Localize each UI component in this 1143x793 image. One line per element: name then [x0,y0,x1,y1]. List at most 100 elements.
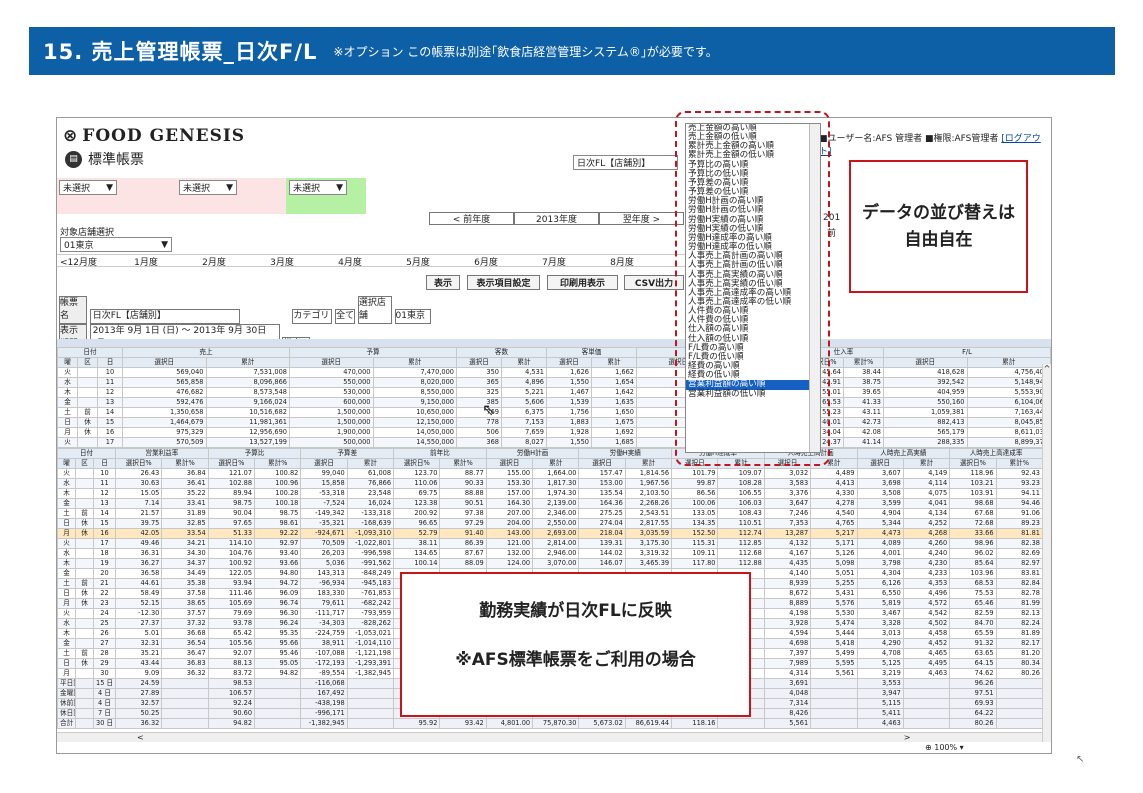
column-settings-button[interactable]: 表示項目設定 [467,275,540,290]
scroll-right-icon[interactable]: > [904,733,911,742]
table-cell: 2,817.55 [624,518,673,529]
table-cell [75,678,94,689]
month-tab[interactable]: 1月度 [112,255,180,268]
table-cell: 152.50 [671,528,719,539]
table-cell: -116,068 [300,678,348,689]
table-cell [75,488,94,499]
table-cell: 38.75 [843,377,884,388]
table-cell: 99.87 [671,478,719,489]
table-cell: 15,858 [300,478,348,489]
prev-year-button[interactable]: < 前年度 [429,212,514,225]
table-cell: 26 [93,628,116,639]
print-view-button[interactable]: 印刷用表示 [547,275,618,290]
table-cell: 108.43 [717,508,765,519]
report-select[interactable]: 日次FL【店舗別】 [573,155,678,170]
show-button[interactable]: 表示 [426,275,460,290]
table-cell: 82.24 [995,618,1044,629]
table-row[interactable]: 火 17 49.46 34.21 114.10 92.97 70,509 -1,022,801… [57,538,1044,549]
banner-note: ※オプション この帳票は別途｢飲食店経営管理システム®｣が必要です。 [333,44,718,59]
table-row[interactable]: 土前 14 21.57 31.89 90.04 98.75 -149,342 -133,318… [57,508,1044,519]
table-row[interactable]: 木 12 15.05 35.22 89.94 100.28 -53,318 23,548 69.… [57,488,1044,499]
table-row[interactable]: 木 12 476,682 8,573,548 530,000 8,550,000 325 5,… [57,387,1051,398]
table-cell: 12 [93,488,116,499]
table-cell: 65.42 [207,628,256,639]
table-row[interactable]: 月休 16 42.05 33.54 51.33 92.22 -924,671 -1,093,3… [57,528,1044,539]
month-tab[interactable]: 2月度 [180,255,248,268]
table-cell: 43.11 [843,407,884,418]
month-tab[interactable]: 8月度 [588,255,656,268]
table-cell: 8,611,037 [966,427,1051,438]
zoom-control[interactable]: ⊕ 100% ▾ [925,743,964,752]
table-cell: 4,531 [501,367,547,378]
month-tab[interactable]: 7月度 [520,255,588,268]
table-row[interactable]: 月休 16 975,329 12,956,690 1,900,000 14,050,000… [57,427,1051,438]
table-row[interactable]: 金 13 592,476 9,166,024 600,000 9,150,000 385 5,… [57,397,1051,408]
table-cell: 67.68 [949,508,997,519]
scroll-left-icon[interactable]: < [137,733,144,742]
table-row[interactable]: 日休 15 39.75 32.85 97.65 98.61 -35,321 -168,639 9… [57,518,1044,529]
column-header: 選択日 [856,458,904,469]
table-cell: 土 [57,407,78,418]
table-cell: 8,426 [763,708,812,719]
table-cell: 5,036 [300,558,348,569]
table-cell: 火 [57,367,78,378]
table-cell: 12 [97,387,123,398]
scroll-up-icon[interactable]: ^ [1043,364,1051,373]
table-cell: 94.72 [254,578,302,589]
table-cell: 506 [456,427,502,438]
table-cell: 3,553 [856,678,904,689]
table-row[interactable]: 土前 14 1,350,658 10,516,682 1,500,000 10,650,0… [57,407,1051,418]
table-cell: 4,198 [763,608,812,619]
month-tab[interactable]: 6月度 [452,255,520,268]
vertical-scrollbar[interactable]: ^ [1042,364,1051,742]
chevron-down-icon: ▾ [957,743,964,752]
table-cell: 1,059,381 [883,407,968,418]
table-cell: 23,548 [346,488,395,499]
next-year-button[interactable]: 翌年度 > [599,212,684,225]
table-cell: -996,598 [346,548,395,559]
table-cell: 1,467 [546,387,592,398]
table-cell: 112.85 [717,538,765,549]
month-tab[interactable]: 3月度 [248,255,316,268]
table-cell: 52.15 [114,598,163,609]
table-row[interactable]: 水 11 565,858 8,096,866 550,000 8,020,000 365 4,… [57,377,1051,388]
table-cell: 41.33 [843,397,884,408]
column-header: 累計 [501,357,547,368]
table-cell: 4,540 [810,508,858,519]
month-tab-prev[interactable]: <12月度 [57,255,112,268]
horizontal-scrollbar[interactable]: < > [57,732,1042,742]
table-row[interactable]: 火 10 26.43 36.84 121.07 100.82 99,040 61,008 123… [57,468,1044,479]
table-cell: 157.47 [578,468,626,479]
report-icon: ▤ [65,150,82,168]
table-cell: 24.59 [114,678,163,689]
table-cell: 合計 [57,718,76,729]
table-cell: 81.20 [995,648,1044,659]
month-tab[interactable]: 4月度 [316,255,384,268]
table-cell: 102.88 [207,478,256,489]
table-row[interactable]: 木 19 36.27 34.37 100.92 93.66 5,036 -991,562 100… [57,558,1044,569]
table-row[interactable]: 火 10 569,040 7,531,008 470,000 7,470,000 350 4,… [57,367,1051,378]
month-tab[interactable]: 5月度 [384,255,452,268]
filter-select-1[interactable]: 未選択 ▼ [59,180,117,195]
store-select[interactable]: 01東京 ▼ [60,237,172,252]
table-row[interactable]: 火 17 570,509 13,527,199 500,000 14,550,000 368… [57,437,1051,448]
table-cell: 36.54 [161,638,209,649]
table-cell: 36.41 [161,478,209,489]
filter-select-2[interactable]: 未選択 ▼ [179,180,237,195]
table-cell: -96,934 [300,578,348,589]
table-cell: 155.00 [485,468,534,479]
table-cell [346,708,395,719]
table-row[interactable]: 日休 15 1,464,679 11,981,361 1,500,000 12,150,0… [57,417,1051,428]
table-cell: 1,654 [591,377,637,388]
table-row[interactable]: 水 11 30.63 36.41 102.88 100.96 15,858 76,866 110… [57,478,1044,489]
table-cell [75,468,94,479]
table-cell: 476,682 [122,387,207,398]
filter-select-3[interactable]: 未選択 ▼ [289,180,347,195]
column-header: 選択日 [883,357,968,368]
group-header: 予算差 [300,448,395,459]
table-cell: 103.91 [949,488,997,499]
table-row[interactable]: 合計 30 日 36.32 94.82 -1,382,945 95.92 93.42 4,80… [57,718,1044,729]
table-cell: 36.32 [161,668,209,679]
table-row[interactable]: 水 18 36.31 34.30 104.76 93.40 26,203 -996,598 13… [57,548,1044,559]
table-row[interactable]: 金 13 7.14 33.41 98.75 100.18 -7,524 16,024 123.3… [57,498,1044,509]
